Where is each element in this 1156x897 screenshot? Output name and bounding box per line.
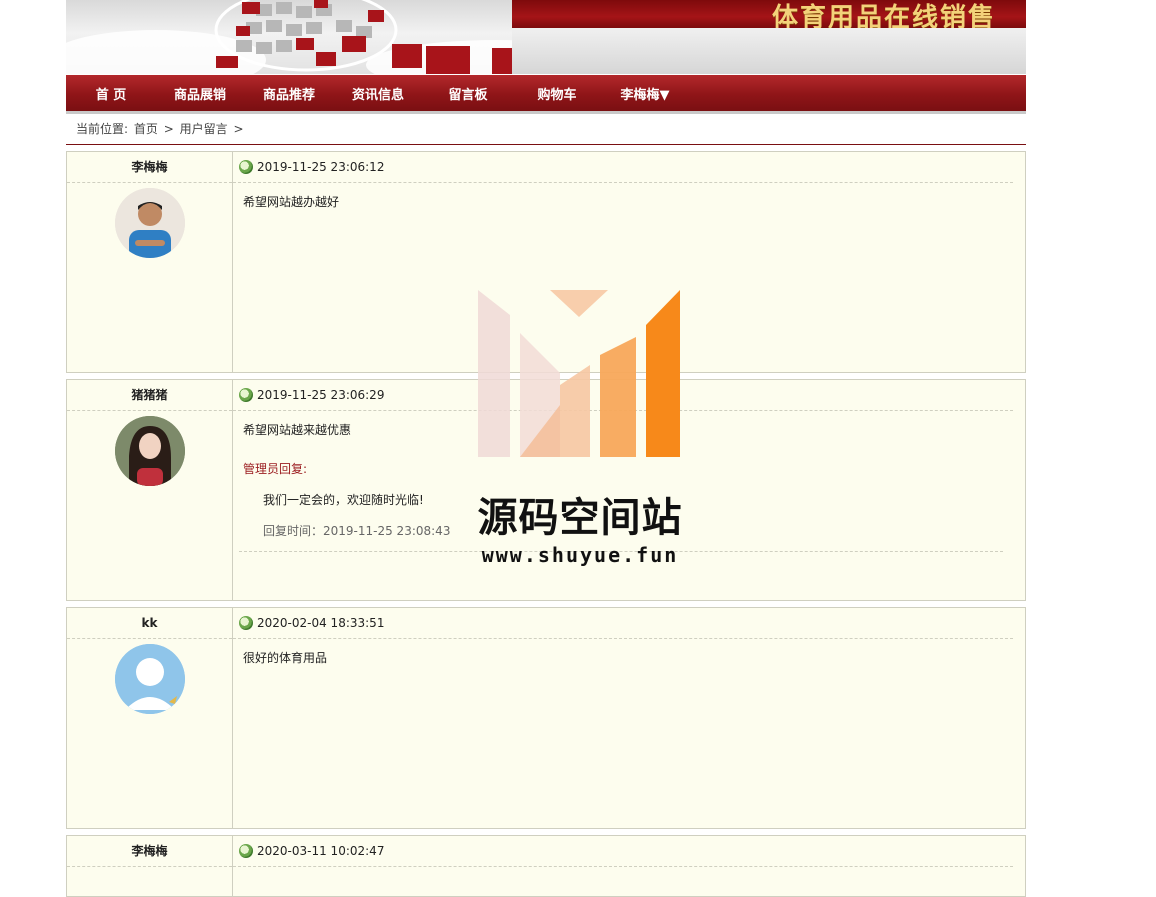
breadcrumb-current: 用户留言 — [179, 122, 228, 136]
avatar — [115, 188, 185, 258]
admin-reply-text: 我们一定会的，欢迎随时光临! — [263, 493, 424, 507]
clock-icon — [239, 160, 253, 174]
message-time: 2020-03-11 10:02:47 — [257, 844, 385, 858]
message-username: kk — [67, 608, 232, 639]
admin-reply-label: 管理员回复: — [243, 462, 308, 476]
message-content: 很好的体育用品 — [243, 651, 328, 665]
clock-icon — [239, 388, 253, 402]
clock-icon — [239, 844, 253, 858]
cubes-graphic — [214, 0, 548, 74]
message-time-row: 2019-11-25 23:06:29 — [233, 380, 1013, 411]
message-content: 希望网站越来越优惠 — [243, 423, 352, 437]
admin-reply-time: 回复时间：2019-11-25 23:08:43 — [263, 524, 451, 538]
message-author-col: kk — [67, 608, 233, 828]
message-body-col: 2020-03-11 10:02:47 — [233, 836, 1013, 867]
message-username: 李梅梅 — [67, 836, 232, 867]
message-time-row: 2019-11-25 23:06:12 — [233, 152, 1013, 183]
page: 体育用品在线销售 首 页 商品展销 商品推荐 资讯信息 留言板 购物车 李梅梅▼… — [66, 0, 1026, 897]
message-time: 2019-11-25 23:06:29 — [257, 388, 385, 402]
nav-user-menu[interactable]: 李梅梅▼ — [600, 84, 690, 103]
message-author-col: 李梅梅 — [67, 152, 233, 372]
nav-news[interactable]: 资讯信息 — [334, 84, 422, 103]
banner-title-bar: 体育用品在线销售 — [512, 0, 1026, 33]
message-card: 李梅梅 2019-11-25 23:06:12 希望网站越办越好 — [66, 151, 1026, 373]
message-author-col: 猪猪猪 — [67, 380, 233, 600]
nav-guestbook[interactable]: 留言板 — [422, 84, 514, 103]
message-body-col: 2019-11-25 23:06:29 希望网站越来越优惠 管理员回复: 我们一… — [233, 380, 1013, 552]
main-nav: 首 页 商品展销 商品推荐 资讯信息 留言板 购物车 李梅梅▼ — [66, 75, 1026, 114]
clock-icon — [239, 616, 253, 630]
message-username: 猪猪猪 — [67, 380, 232, 411]
breadcrumb-separator: > — [163, 122, 174, 136]
avatar — [115, 416, 185, 486]
message-time: 2020-02-04 18:33:51 — [257, 616, 385, 630]
default-avatar-icon — [115, 644, 185, 714]
breadcrumb-separator: > — [233, 122, 244, 136]
message-card: kk 2020-02-04 18:33:51 很好的体育用品 — [66, 607, 1026, 829]
message-time-row: 2020-03-11 10:02:47 — [233, 836, 1013, 867]
reply-divider — [239, 551, 1003, 552]
breadcrumb: 当前位置: 首页 > 用户留言 > — [66, 114, 1026, 145]
message-body-col: 2020-02-04 18:33:51 很好的体育用品 — [233, 608, 1013, 676]
nav-home[interactable]: 首 页 — [66, 84, 156, 103]
message-username: 李梅梅 — [67, 152, 232, 183]
banner-lower — [512, 28, 1026, 74]
message-time-row: 2020-02-04 18:33:51 — [233, 608, 1013, 639]
nav-recommend[interactable]: 商品推荐 — [244, 84, 334, 103]
nav-products[interactable]: 商品展销 — [156, 84, 244, 103]
nav-cart[interactable]: 购物车 — [514, 84, 600, 103]
message-content: 希望网站越办越好 — [243, 195, 340, 209]
message-body-col: 2019-11-25 23:06:12 希望网站越办越好 — [233, 152, 1013, 220]
breadcrumb-home-link[interactable]: 首页 — [134, 122, 158, 136]
site-banner: 体育用品在线销售 — [66, 0, 1026, 74]
breadcrumb-prefix: 当前位置: — [76, 122, 129, 136]
message-card: 李梅梅 2020-03-11 10:02:47 — [66, 835, 1026, 897]
message-card: 猪猪猪 2019-11-25 23:06:29 希望网站越来越优惠 管理员回复:… — [66, 379, 1026, 601]
message-author-col: 李梅梅 — [67, 836, 233, 896]
message-time: 2019-11-25 23:06:12 — [257, 160, 385, 174]
